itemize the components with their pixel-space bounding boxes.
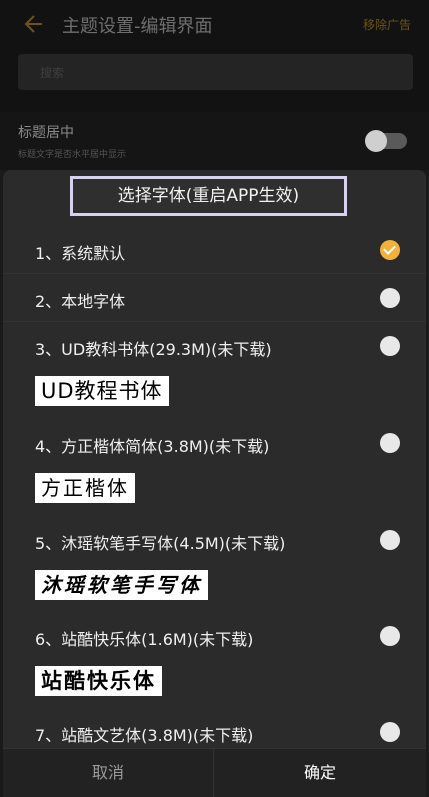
setting-title-center[interactable]: 标题居中 标题文字是否水平居中显示 [0, 112, 429, 170]
font-option-1[interactable]: 1、系统默认 [3, 226, 426, 274]
dialog-footer: 取消 确定 [3, 748, 426, 797]
arrow-left-icon[interactable] [18, 10, 46, 38]
cancel-button[interactable]: 取消 [3, 749, 214, 797]
radio-unchecked-icon[interactable] [380, 722, 400, 742]
font-option-label: 3、UD教科书体(29.3M)(未下载) [35, 340, 272, 359]
font-option-6[interactable]: 6、站酷快乐体(1.6M)(未下载) [3, 612, 426, 660]
setting-title: 标题居中 [18, 125, 74, 141]
font-options-list[interactable]: 1、系统默认 2、本地字体 3、UD教科书体(29.3M)(未下载) UD教程书… [3, 226, 426, 748]
font-option-label: 2、本地字体 [35, 292, 126, 311]
dialog-header: 选择字体(重启APP生效) [3, 170, 426, 226]
page-title: 主题设置-编辑界面 [62, 16, 213, 37]
app-header: 主题设置-编辑界面 移除广告 搜索 [0, 0, 429, 112]
font-option-label: 5、沐瑶软笔手写体(4.5M)(未下载) [35, 534, 286, 553]
font-option-3[interactable]: 3、UD教科书体(29.3M)(未下载) [3, 322, 426, 370]
font-option-4[interactable]: 4、方正楷体简体(3.8M)(未下载) [3, 419, 426, 467]
toggle-knob [365, 130, 387, 152]
font-option-5[interactable]: 5、沐瑶软笔手写体(4.5M)(未下载) [3, 516, 426, 564]
search-input[interactable]: 搜索 [18, 54, 413, 90]
title-center-toggle[interactable] [365, 130, 407, 152]
font-sample-muyao: 沐瑶软笔手写体 [35, 570, 208, 600]
search-placeholder: 搜索 [40, 66, 65, 80]
radio-unchecked-icon[interactable] [380, 336, 400, 356]
radio-unchecked-icon[interactable] [380, 626, 400, 646]
font-select-dialog: 选择字体(重启APP生效) 1、系统默认 2、本地字体 3、UD教科书体(29.… [3, 170, 426, 797]
radio-unchecked-icon[interactable] [380, 433, 400, 453]
radio-unchecked-icon[interactable] [380, 288, 400, 308]
setting-description: 标题文字是否水平居中显示 [18, 150, 127, 160]
font-sample-fangzheng: 方正楷体 [35, 473, 135, 503]
font-sample-zhanku: 站酷快乐体 [35, 666, 162, 696]
dialog-title: 选择字体(重启APP生效) [70, 176, 347, 216]
font-option-label: 6、站酷快乐体(1.6M)(未下载) [35, 630, 254, 649]
font-option-label: 1、系统默认 [35, 244, 126, 263]
confirm-button[interactable]: 确定 [214, 749, 426, 797]
radio-checked-icon[interactable] [380, 240, 400, 260]
font-sample-ud: UD教程书体 [35, 376, 169, 406]
font-option-label: 7、站酷文艺体(3.8M)(未下载) [35, 726, 254, 745]
remove-ad-link[interactable]: 移除广告 [363, 16, 411, 33]
radio-unchecked-icon[interactable] [380, 530, 400, 550]
font-option-2[interactable]: 2、本地字体 [3, 274, 426, 322]
font-option-label: 4、方正楷体简体(3.8M)(未下载) [35, 437, 270, 456]
